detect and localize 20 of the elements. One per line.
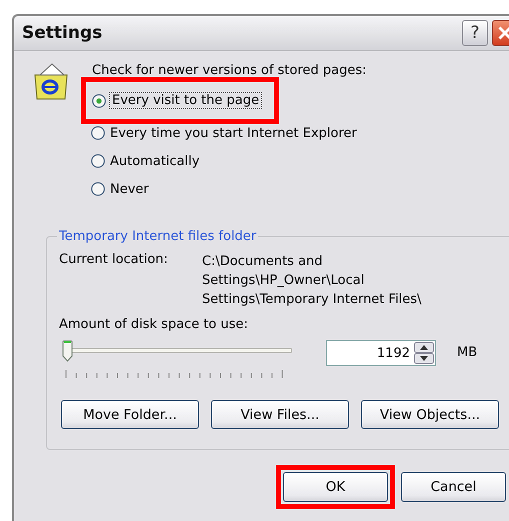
radio-label[interactable]: Automatically: [108, 154, 202, 168]
prompt-text: Check for newer versions of stored pages:: [92, 63, 367, 79]
radio-label[interactable]: Every time you start Internet Explorer: [108, 126, 359, 140]
window-title: Settings: [22, 23, 104, 43]
location-path: Settings\HP_Owner\Local: [202, 272, 366, 290]
space-label: Amount of disk space to use:: [59, 317, 250, 332]
disk-space-field[interactable]: 1192: [326, 340, 436, 366]
radio-label[interactable]: Never: [108, 182, 151, 196]
dialog-button[interactable]: Cancel: [401, 472, 506, 502]
help-button[interactable]: ?: [462, 20, 488, 46]
location-path: Settings\Temporary Internet Files\: [202, 291, 422, 309]
location-label: Current location:: [59, 252, 169, 269]
location-path: C:\Documents and: [202, 253, 324, 271]
folder-action-button[interactable]: Move Folder...: [61, 400, 199, 429]
unit-label: MB: [457, 345, 478, 360]
radio-label[interactable]: Every visit to the page: [109, 92, 262, 109]
folder-action-button[interactable]: View Objects...: [361, 400, 499, 429]
group-title: Temporary Internet files folder: [58, 229, 258, 244]
folder-action-button[interactable]: View Files...: [211, 400, 349, 429]
dialog-button[interactable]: OK: [283, 472, 388, 502]
